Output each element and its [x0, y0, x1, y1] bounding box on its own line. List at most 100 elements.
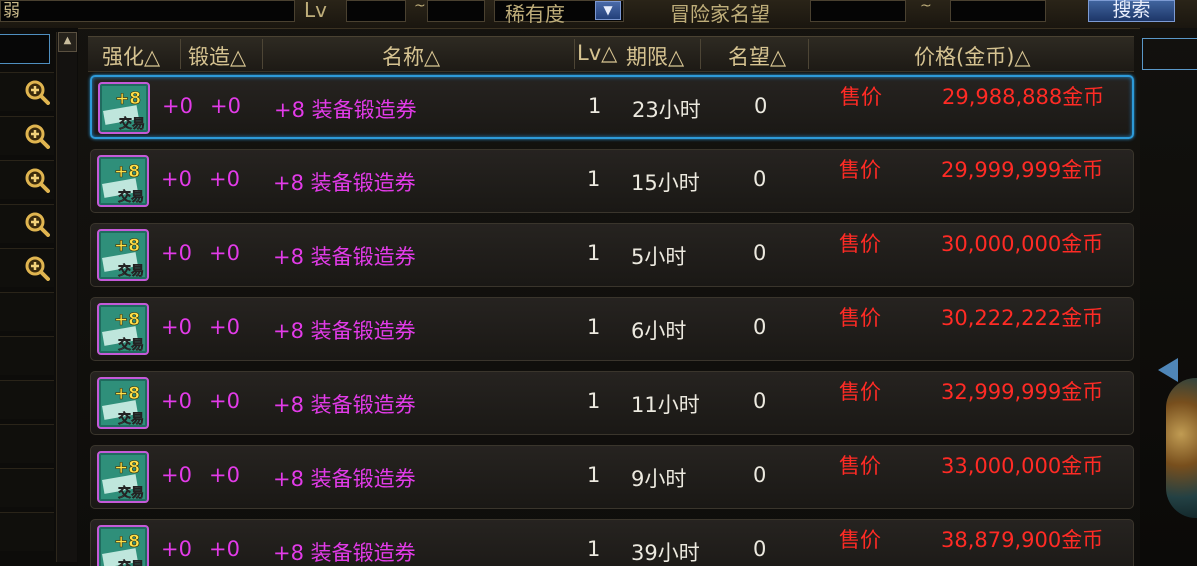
renown-max-input[interactable] — [950, 0, 1046, 22]
category-item[interactable] — [0, 512, 54, 551]
table-row[interactable]: +8 交易 +0 +0 +8 装备锻造券 1 9小时 0 售价 33,000,000金币 — [90, 445, 1134, 509]
lv-cell: 1 — [587, 463, 601, 487]
plus8-forge-ticket-icon[interactable]: +8 交易 — [98, 82, 150, 134]
rarity-label: 稀有度 — [505, 2, 565, 26]
search-button[interactable]: 搜索 — [1088, 0, 1175, 22]
category-item[interactable] — [0, 116, 54, 155]
rarity-select[interactable]: 稀有度 ▼ — [494, 0, 624, 26]
sidebar-scrollbar[interactable]: ▲ — [56, 32, 77, 562]
table-row[interactable]: +8 交易 +0 +0 +8 装备锻造券 1 11小时 0 售价 32,999,999金币 — [90, 371, 1134, 435]
header-name[interactable]: 名称△ — [382, 41, 440, 71]
renown-cell: 0 — [754, 94, 768, 118]
sale-label-cell: 售价 — [840, 85, 882, 109]
lv-min-input[interactable] — [346, 0, 406, 22]
category-selected[interactable] — [0, 34, 50, 64]
header-divider — [808, 39, 809, 69]
item-name-cell: +8 装备锻造券 — [273, 393, 416, 417]
price-cell: 30,000,000金币 — [941, 232, 1104, 256]
right-side-panel — [1140, 28, 1197, 566]
item-name-input[interactable]: 弱 — [0, 0, 295, 22]
table-header: 强化△ 锻造△ 名称△ Lv△ 期限△ 名望△ 价格(金币)△ — [88, 36, 1134, 72]
sale-label-cell: 售价 — [839, 232, 881, 256]
table-row[interactable]: +8 交易 +0 +0 +8 装备锻造券 1 15小时 0 售价 29,999,999金币 — [90, 149, 1134, 213]
enhance-cell: +0 — [162, 94, 193, 118]
forge-cell: +0 — [209, 389, 240, 413]
category-item[interactable] — [0, 204, 54, 243]
item-name-cell: +8 装备锻造券 — [273, 319, 416, 343]
duration-cell: 23小时 — [632, 98, 701, 122]
item-icon-bottom-text: 交易 — [118, 263, 144, 279]
table-row[interactable]: +8 交易 +0 +0 +8 装备锻造券 1 5小时 0 售价 30,000,000金币 — [90, 223, 1134, 287]
magnifier-plus-icon[interactable] — [24, 211, 50, 237]
duration-cell: 15小时 — [631, 171, 700, 195]
lv-label: Lv — [304, 0, 327, 22]
category-item[interactable] — [0, 380, 54, 419]
header-duration[interactable]: 期限△ — [626, 41, 684, 71]
lv-range-separator: ~ — [414, 0, 426, 14]
header-enhance[interactable]: 强化△ — [102, 41, 160, 71]
magnifier-plus-icon[interactable] — [24, 123, 50, 149]
category-item[interactable] — [0, 248, 54, 287]
plus8-forge-ticket-icon[interactable]: +8 交易 — [97, 229, 149, 281]
category-item[interactable] — [0, 424, 54, 463]
enhance-cell: +0 — [161, 167, 192, 191]
table-row[interactable]: +8 交易 +0 +0 +8 装备锻造券 1 6小时 0 售价 30,222,222金币 — [90, 297, 1134, 361]
renown-range-separator: ~ — [920, 0, 932, 14]
triangle-left-icon[interactable] — [1158, 358, 1178, 382]
plus8-forge-ticket-icon[interactable]: +8 交易 — [97, 377, 149, 429]
item-icon-top-text: +8 — [114, 310, 140, 330]
lv-max-input[interactable] — [427, 0, 485, 22]
plus8-forge-ticket-icon[interactable]: +8 交易 — [97, 451, 149, 503]
lv-cell: 1 — [588, 94, 602, 118]
magnifier-plus-icon[interactable] — [24, 167, 50, 193]
triangle-down-icon[interactable]: ▼ — [595, 1, 621, 20]
price-cell: 30,222,222金币 — [941, 306, 1104, 330]
magnifier-plus-icon[interactable] — [24, 255, 50, 281]
enhance-cell: +0 — [161, 537, 192, 561]
category-item[interactable] — [0, 160, 54, 199]
renown-label: 冒险家名望 — [670, 2, 770, 26]
magnifier-plus-icon[interactable] — [24, 79, 50, 105]
header-price[interactable]: 价格(金币)△ — [914, 41, 1031, 71]
item-icon-top-text: +8 — [114, 532, 140, 552]
category-item[interactable] — [0, 468, 54, 507]
chevron-up-icon[interactable]: ▲ — [58, 32, 77, 52]
header-divider — [180, 39, 181, 69]
sale-label-cell: 售价 — [839, 306, 881, 330]
item-icon-top-text: +8 — [114, 162, 140, 182]
plus8-forge-ticket-icon[interactable]: +8 交易 — [97, 155, 149, 207]
category-item[interactable] — [0, 72, 54, 111]
forge-cell: +0 — [210, 94, 241, 118]
price-cell: 32,999,999金币 — [941, 380, 1104, 404]
item-icon-bottom-text: 交易 — [118, 189, 144, 205]
table-row[interactable]: +8 交易 +0 +0 +8 装备锻造券 1 39小时 0 售价 38,879,900金币 — [90, 519, 1134, 566]
category-item[interactable] — [0, 292, 54, 331]
renown-min-input[interactable] — [810, 0, 906, 22]
category-item[interactable] — [0, 336, 54, 375]
item-name-cell: +8 装备锻造券 — [273, 171, 416, 195]
renown-cell: 0 — [753, 463, 767, 487]
header-lv[interactable]: Lv△ — [577, 41, 617, 65]
header-renown[interactable]: 名望△ — [728, 41, 786, 71]
forge-cell: +0 — [209, 537, 240, 561]
renown-cell: 0 — [753, 241, 767, 265]
price-cell: 29,988,888金币 — [942, 85, 1105, 109]
item-name-cell: +8 装备锻造券 — [273, 245, 416, 269]
duration-cell: 39小时 — [631, 541, 700, 565]
renown-cell: 0 — [753, 315, 767, 339]
item-name-cell: +8 装备锻造券 — [273, 541, 416, 565]
sale-label-cell: 售价 — [839, 158, 881, 182]
table-row[interactable]: +8 交易 +0 +0 +8 装备锻造券 1 23小时 0 售价 29,988,888金币 — [90, 75, 1134, 139]
category-sidebar: ▲ — [0, 28, 78, 566]
header-forge[interactable]: 锻造△ — [188, 41, 246, 71]
price-cell: 38,879,900金币 — [941, 528, 1104, 552]
item-name-fragment: 弱 — [3, 1, 20, 21]
renown-cell: 0 — [753, 167, 767, 191]
item-icon-top-text: +8 — [114, 236, 140, 256]
plus8-forge-ticket-icon[interactable]: +8 交易 — [97, 525, 149, 566]
lv-cell: 1 — [587, 315, 601, 339]
sale-label-cell: 售价 — [839, 380, 881, 404]
plus8-forge-ticket-icon[interactable]: +8 交易 — [97, 303, 149, 355]
item-name-cell: +8 装备锻造券 — [273, 467, 416, 491]
enhance-cell: +0 — [161, 241, 192, 265]
